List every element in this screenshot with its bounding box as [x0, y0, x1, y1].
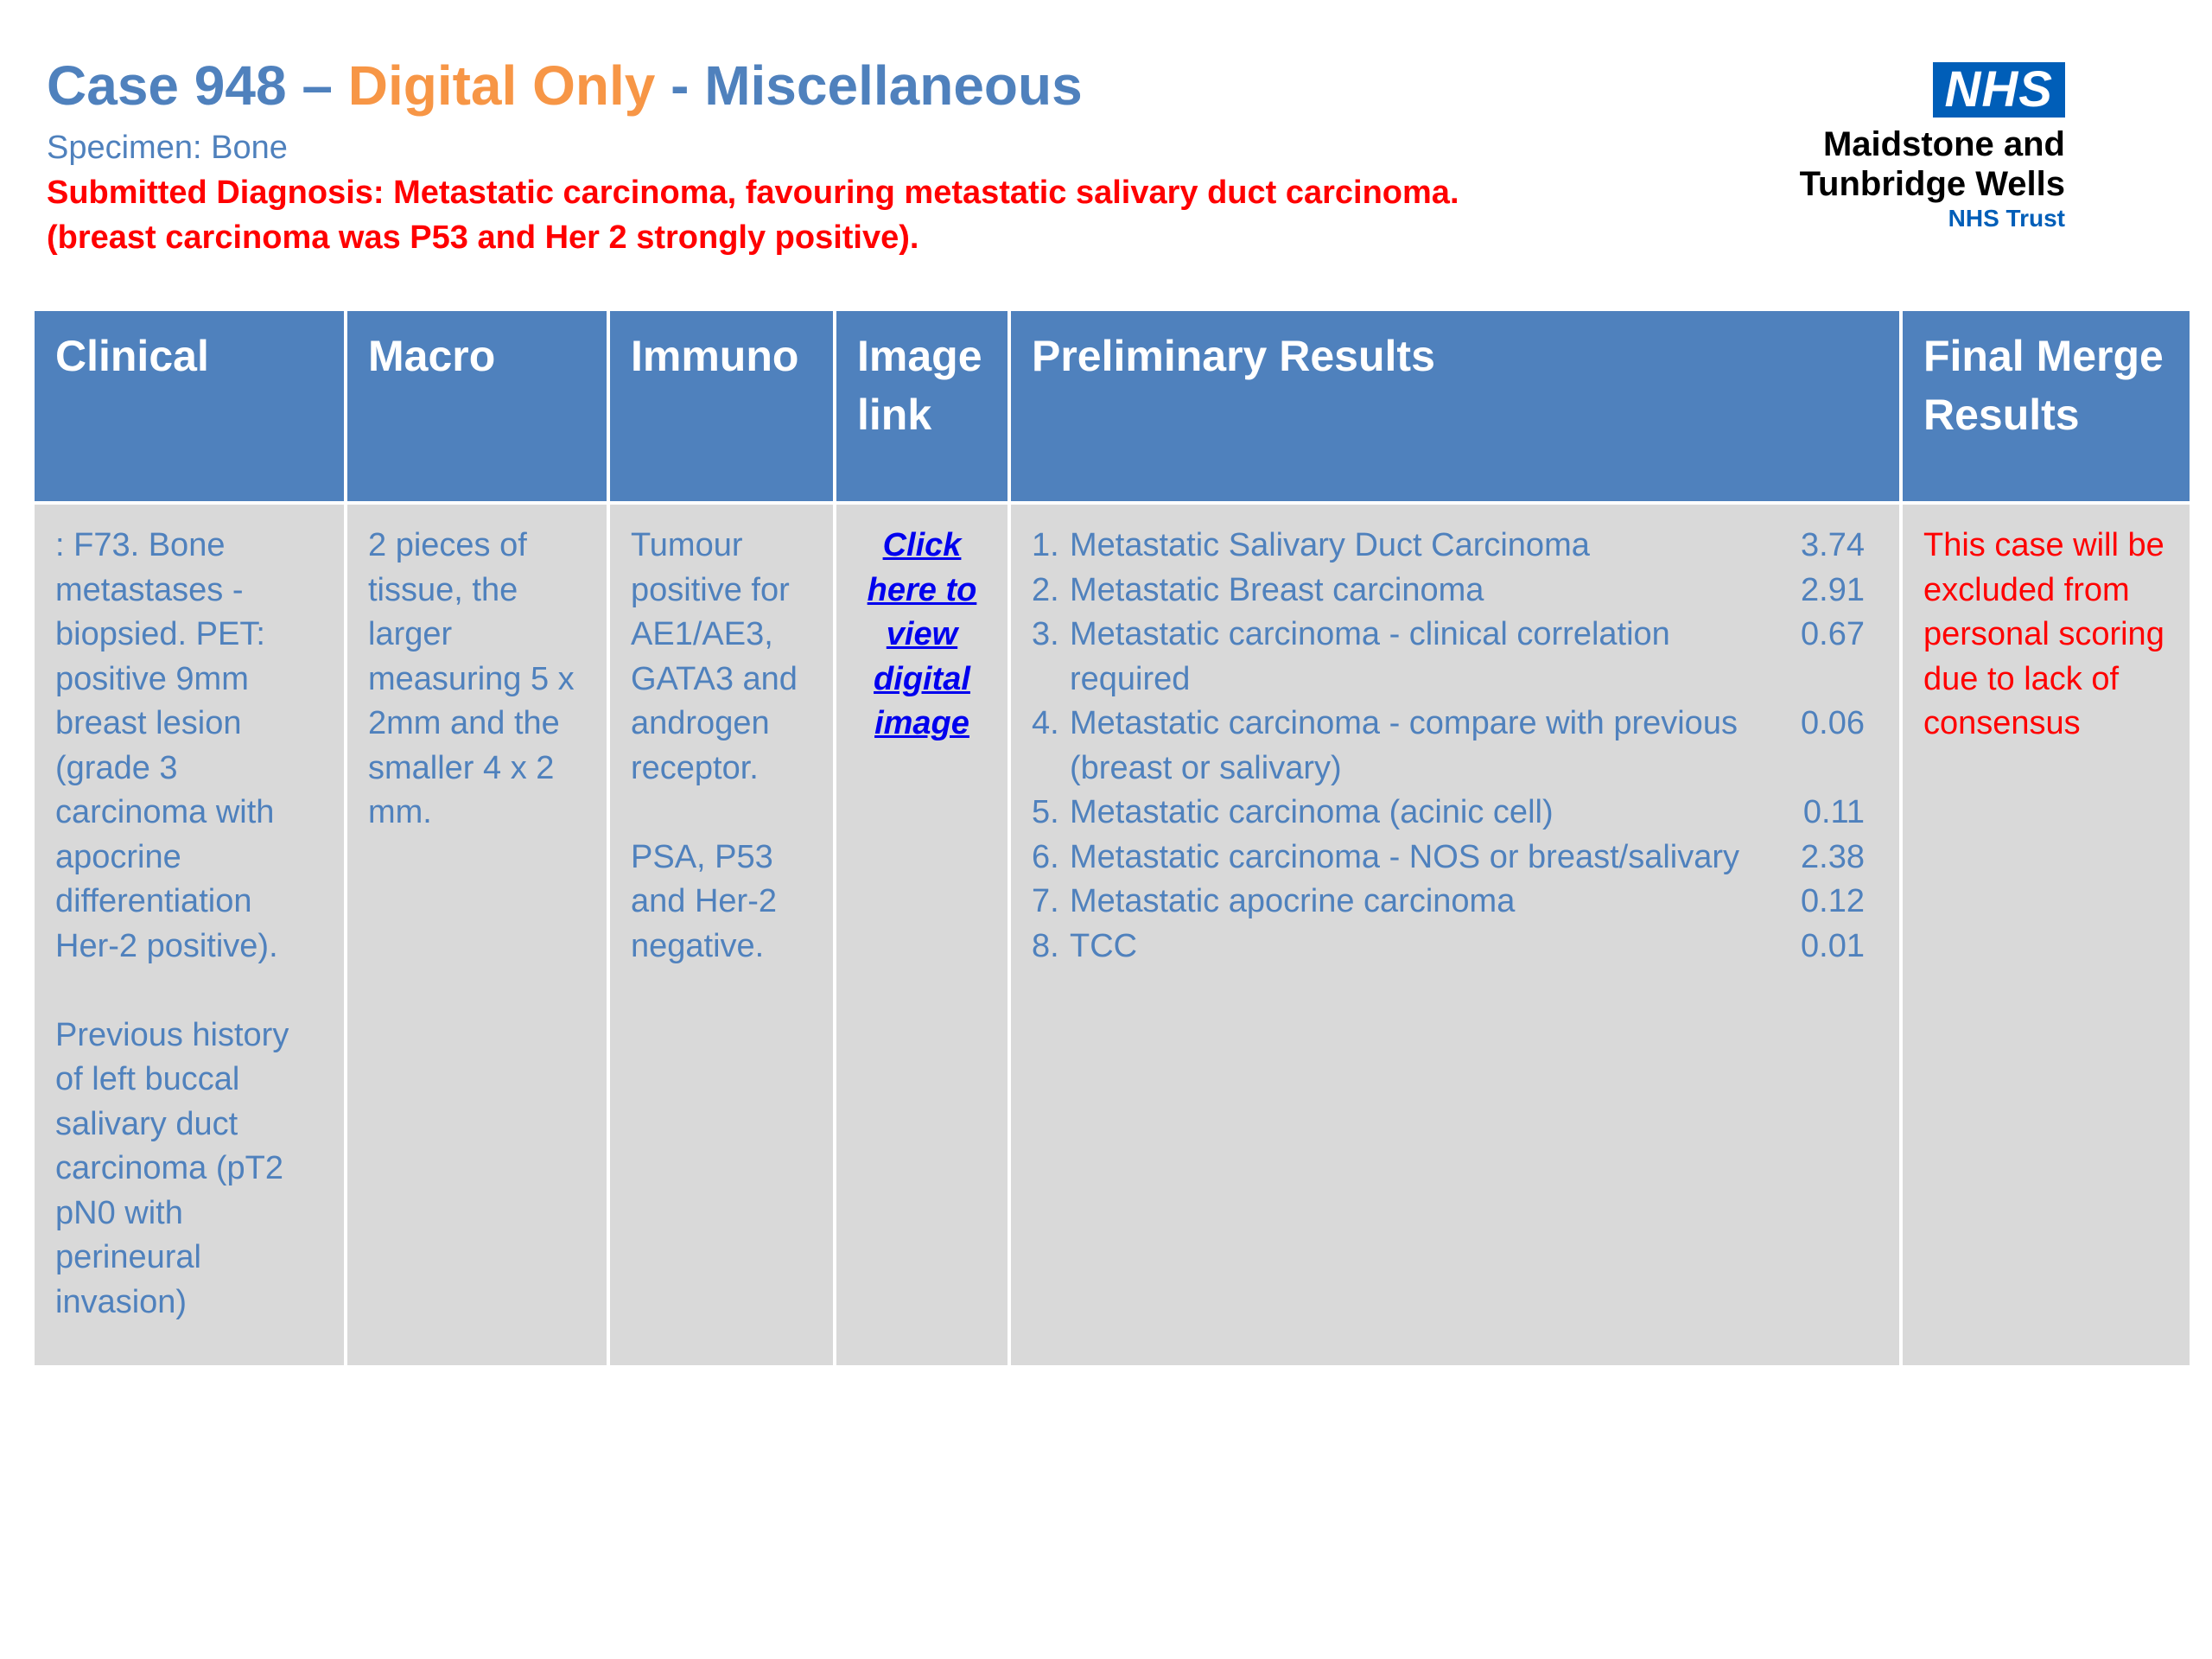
result-score: 2.91 [1801, 571, 1865, 608]
result-diagnosis: Metastatic Breast carcinoma [1070, 571, 1484, 608]
result-score: 0.11 [1802, 794, 1865, 830]
list-item: 5. Metastatic carcinoma (acinic cell) 0.… [1032, 791, 1878, 836]
result-diagnosis: Metastatic carcinoma - NOS or breast/sal… [1070, 838, 1740, 875]
immuno-positive: Tumour positive for AE1/AE3, GATA3 and a… [631, 527, 798, 786]
result-number: 3. [1032, 616, 1059, 652]
final-merge-result: This case will be excluded from personal… [1923, 527, 2164, 741]
result-number: 8. [1032, 927, 1059, 964]
result-diagnosis: Metastatic carcinoma - clinical correlat… [1070, 616, 1670, 697]
result-diagnosis: TCC [1070, 927, 1138, 964]
list-item: 2. Metastatic Breast carcinoma 2.91 [1032, 569, 1878, 613]
title-digital-only: Digital Only [347, 54, 656, 117]
header-macro: Macro [344, 308, 610, 505]
result-diagnosis: Metastatic carcinoma (acinic cell) [1070, 794, 1554, 830]
specimen-line: Specimen: Bone [47, 130, 288, 166]
macro-description: 2 pieces of tissue, the larger measuring… [368, 527, 575, 830]
header-image-link: Image link [833, 308, 1011, 505]
macro-cell: 2 pieces of tissue, the larger measuring… [344, 501, 610, 1369]
header-immuno: Immuno [607, 308, 836, 505]
result-number: 6. [1032, 838, 1059, 875]
list-item: 3. Metastatic carcinoma - clinical corre… [1032, 613, 1878, 702]
result-score: 2.38 [1801, 838, 1865, 875]
result-diagnosis: Metastatic carcinoma - compare with prev… [1070, 705, 1738, 786]
result-number: 5. [1032, 794, 1059, 830]
image-link-cell: Click here to view digital image [833, 501, 1011, 1369]
case-table: Clinical Macro Immuno Image link Prelimi… [31, 308, 2193, 1369]
result-number: 2. [1032, 571, 1059, 608]
final-merge-results-cell: This case will be excluded from personal… [1899, 501, 2193, 1369]
submitted-diagnosis-note: (breast carcinoma was P53 and Her 2 stro… [47, 219, 919, 256]
result-diagnosis: Metastatic Salivary Duct Carcinoma [1070, 527, 1590, 563]
nhs-logo-mark: NHS [1932, 62, 2065, 118]
result-score: 3.74 [1801, 527, 1865, 563]
list-item: 6. Metastatic carcinoma - NOS or breast/… [1032, 836, 1878, 880]
list-item: 1. Metastatic Salivary Duct Carcinoma 3.… [1032, 524, 1878, 569]
logo-trust-label: NHS Trust [1948, 205, 2065, 232]
nhs-trust-logo: NHS Maidstone and Tunbridge Wells NHS Tr… [1737, 62, 2065, 233]
list-item: 7. Metastatic apocrine carcinoma 0.12 [1032, 880, 1878, 925]
result-number: 1. [1032, 527, 1059, 563]
logo-org-line1: Maidstone and [1822, 125, 2065, 163]
result-number: 7. [1032, 883, 1059, 919]
clinical-history: : F73. Bone metastases - biopsied. PET: … [55, 527, 278, 964]
table-row: : F73. Bone metastases - biopsied. PET: … [31, 501, 2193, 1369]
result-number: 4. [1032, 705, 1059, 741]
submitted-diagnosis: Submitted Diagnosis: Metastatic carcinom… [47, 175, 1459, 211]
list-item: 8. TCC 0.01 [1032, 925, 1878, 969]
immuno-cell: Tumour positive for AE1/AE3, GATA3 and a… [607, 501, 836, 1369]
page-title: Case 948 – Digital Only - Miscellaneous [47, 54, 1083, 118]
header-clinical: Clinical [31, 308, 347, 505]
header-preliminary-results: Preliminary Results [1007, 308, 1903, 505]
immuno-negative: PSA, P53 and Her-2 negative. [631, 838, 777, 964]
clinical-previous-history: Previous history of left buccal salivary… [55, 1016, 289, 1320]
title-category: - Miscellaneous [655, 54, 1083, 117]
preliminary-results-cell: 1. Metastatic Salivary Duct Carcinoma 3.… [1007, 501, 1903, 1369]
result-score: 0.12 [1801, 883, 1865, 919]
result-score: 0.01 [1801, 927, 1865, 964]
view-digital-image-link[interactable]: Click here to view digital image [868, 527, 977, 741]
result-score: 0.06 [1801, 705, 1865, 741]
table-header-row: Clinical Macro Immuno Image link Prelimi… [31, 308, 2193, 505]
logo-org-line2: Tunbridge Wells [1799, 165, 2065, 203]
result-score: 0.67 [1801, 616, 1865, 652]
clinical-cell: : F73. Bone metastases - biopsied. PET: … [31, 501, 347, 1369]
header-final-merge-results: Final Merge Results [1899, 308, 2193, 505]
title-case-number: Case 948 – [47, 54, 348, 117]
list-item: 4. Metastatic carcinoma - compare with p… [1032, 702, 1878, 791]
result-diagnosis: Metastatic apocrine carcinoma [1070, 883, 1516, 919]
